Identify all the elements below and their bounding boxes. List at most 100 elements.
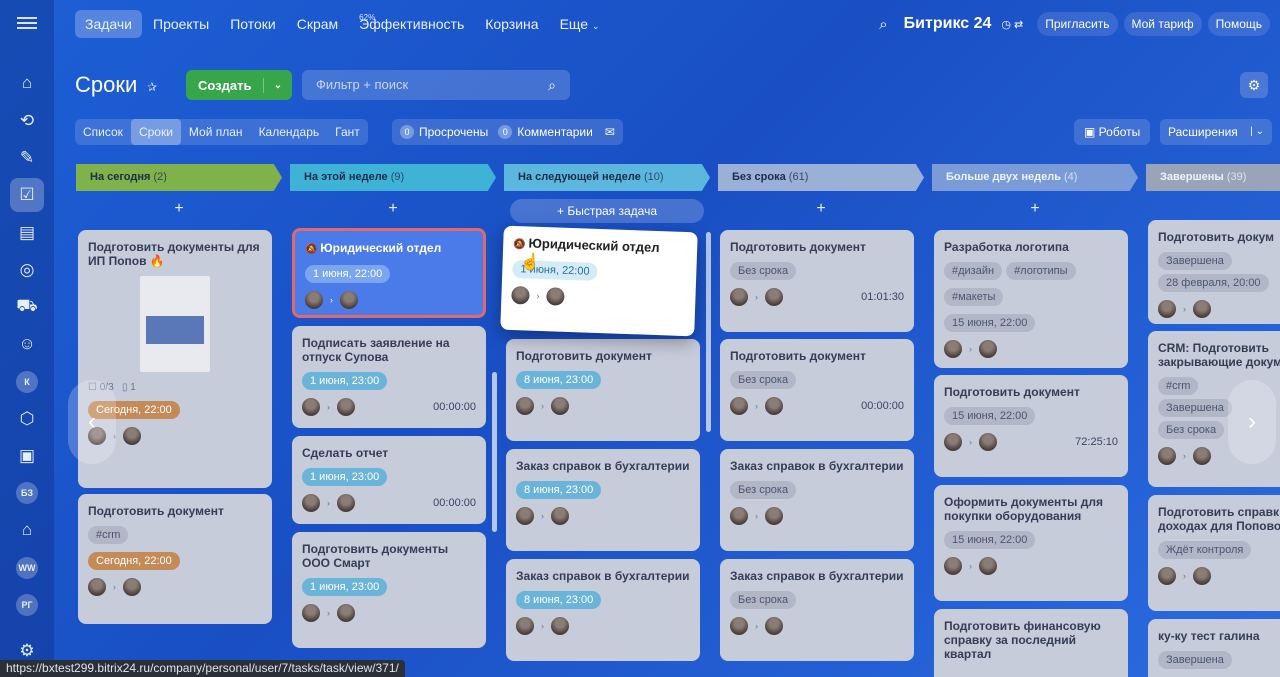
chevron-down-icon[interactable]: ⌄ [264,80,292,91]
network-icon[interactable]: ⟲ [10,104,44,138]
task-card[interactable]: Подготовить документ Без срока › 00:00:00 [720,339,914,441]
target-icon[interactable]: ◎ [10,253,44,287]
deadline-badge[interactable]: 15 июня, 22:00 [944,314,1036,332]
avatar[interactable] [88,578,106,596]
avatar[interactable] [765,617,783,635]
avatar[interactable] [516,397,534,415]
avatar[interactable] [340,291,358,309]
add-task-button[interactable]: + [718,191,924,227]
task-title[interactable]: Подготовить документ [944,385,1118,399]
avatar[interactable] [1158,447,1176,465]
add-task-button[interactable]: + [76,191,282,227]
scroll-left-arrow[interactable]: ‹ [68,380,116,464]
column-scrollbar[interactable] [492,372,497,532]
gear-icon[interactable]: ⚙ [1240,72,1268,98]
deadline-badge[interactable]: 8 июня, 23:00 [516,371,602,389]
task-card[interactable]: Заказ справок в бухгалтерии Без срока › [720,449,914,551]
avatar[interactable] [944,433,962,451]
task-title[interactable]: Заказ справок в бухгалтерии [730,569,904,583]
add-task-button[interactable]: + [290,191,496,227]
deadline-badge[interactable]: 1 июня, 22:00 [305,265,391,283]
avatar[interactable] [730,288,748,306]
pin-icon[interactable]: ✰ [147,80,157,94]
column-header[interactable]: Без срока (61) [718,164,924,191]
task-title[interactable]: Подписать заявление на отпуск Супова [302,336,476,364]
task-title[interactable]: Заказ справок в бухгалтерии [516,459,690,473]
avatar[interactable] [511,285,530,305]
avatar[interactable] [730,397,748,415]
cart-icon[interactable]: ⛟ [10,290,44,324]
avatar[interactable] [123,578,141,596]
robots-button[interactable]: ▣ Роботы [1074,119,1151,145]
avatar[interactable] [516,507,534,525]
view-gantt[interactable]: Гант [327,119,368,145]
quick-task-button[interactable]: + Быстрая задача [510,199,704,223]
search-icon[interactable]: ⌕ [879,16,887,33]
avatar[interactable] [765,397,783,415]
column-header[interactable]: На этой неделе (9) [290,164,496,191]
sidebar-group-k[interactable]: К [10,365,44,399]
deadline-badge[interactable]: 28 февраля, 20:00 [1158,274,1269,292]
task-title[interactable]: Заказ справок в бухгалтерии [516,569,690,583]
store-icon[interactable]: ⌂ [10,513,44,547]
task-title[interactable]: Подготовить документ [88,504,262,518]
task-tag[interactable]: #логотипы [1006,262,1076,280]
box-icon[interactable]: ⬡ [10,402,44,436]
time-tracker[interactable]: 72:25:10 [1075,436,1118,448]
document-icon[interactable]: ▤ [10,216,44,250]
view-list[interactable]: Список [75,119,131,145]
task-tag[interactable]: Без срока [730,371,797,389]
extensions-button[interactable]: Расширения | ⌄ [1160,119,1272,145]
avatar[interactable] [551,617,569,635]
task-card[interactable]: Подготовить документ 15 июня, 22:00 › 72:… [934,375,1128,477]
avatar[interactable] [546,287,565,306]
avatar[interactable] [551,397,569,415]
view-deadlines[interactable]: Сроки [130,119,181,145]
task-title[interactable]: Оформить документы для покупки оборудова… [944,495,1118,523]
avatar[interactable] [979,433,997,451]
task-title[interactable]: Подготовить документы для ИП Попов 🔥 [88,240,262,268]
tab-flows[interactable]: Потоки [220,10,286,38]
task-card[interactable]: Подписать заявление на отпуск Супова 1 и… [292,326,486,428]
task-card[interactable]: Подготовить документ 8 июня, 23:00 › [506,339,700,441]
avatar[interactable] [1158,300,1176,318]
task-card[interactable]: Подготовить справк о доходах для Поповой… [1148,495,1280,611]
deadline-badge[interactable]: Сегодня, 22:00 [88,552,180,570]
help-button[interactable]: Помощь [1207,12,1270,36]
scroll-right-arrow[interactable]: › [1228,380,1276,464]
create-button[interactable]: Создать ⌄ [186,70,292,100]
avatar[interactable] [1158,567,1176,585]
task-title[interactable]: 🔕 Юридический отдел [305,241,473,257]
avatar[interactable] [979,557,997,575]
home-icon[interactable]: ⌂ [10,66,44,100]
task-card[interactable]: Подготовить документ #crm Сегодня, 22:00… [78,494,272,624]
view-calendar[interactable]: Календарь [251,119,328,145]
menu-icon[interactable] [17,14,37,32]
tariff-button[interactable]: Мой тариф [1123,12,1202,36]
tab-more[interactable]: Еще ⌄ [550,10,610,38]
add-task-button[interactable]: + [932,191,1138,227]
view-my-plan[interactable]: Мой план [181,119,251,145]
task-card[interactable]: Заказ справок в бухгалтерии 8 июня, 23:0… [506,559,700,661]
task-card[interactable]: ку-ку тест галина Завершена [1148,619,1280,677]
avatar[interactable] [944,557,962,575]
task-card-dragged-placeholder[interactable]: 🔕 Юридический отдел 1 июня, 22:00 › [292,228,486,318]
overdue-filter[interactable]: Просрочены [419,125,488,139]
deadline-badge[interactable]: 8 июня, 23:00 [516,481,602,499]
avatar[interactable] [730,617,748,635]
task-title[interactable]: Подготовить справк о доходах для Поповой [1158,505,1280,533]
task-title[interactable]: ку-ку тест галина [1158,629,1280,643]
task-title[interactable]: Разработка логотипа [944,240,1118,254]
time-tracker[interactable]: 00:00:00 [433,401,476,413]
task-title[interactable]: Подготовить документ [516,349,690,363]
column-header[interactable]: На сегодня (2) [76,164,282,191]
search-icon[interactable]: ⌕ [548,70,556,100]
avatar[interactable] [944,340,962,358]
task-card[interactable]: Заказ справок в бухгалтерии 8 июня, 23:0… [506,449,700,551]
avatar[interactable] [302,604,320,622]
deadline-badge[interactable]: 15 июня, 22:00 [944,407,1036,425]
tab-efficiency[interactable]: 62% Эффективность [349,10,474,38]
task-card[interactable]: Подготовить докум Завершена 28 февраля, … [1148,220,1280,324]
task-title[interactable]: Сделать отчет [302,446,476,460]
sidebar-group-rg[interactable]: РГ [10,588,44,622]
